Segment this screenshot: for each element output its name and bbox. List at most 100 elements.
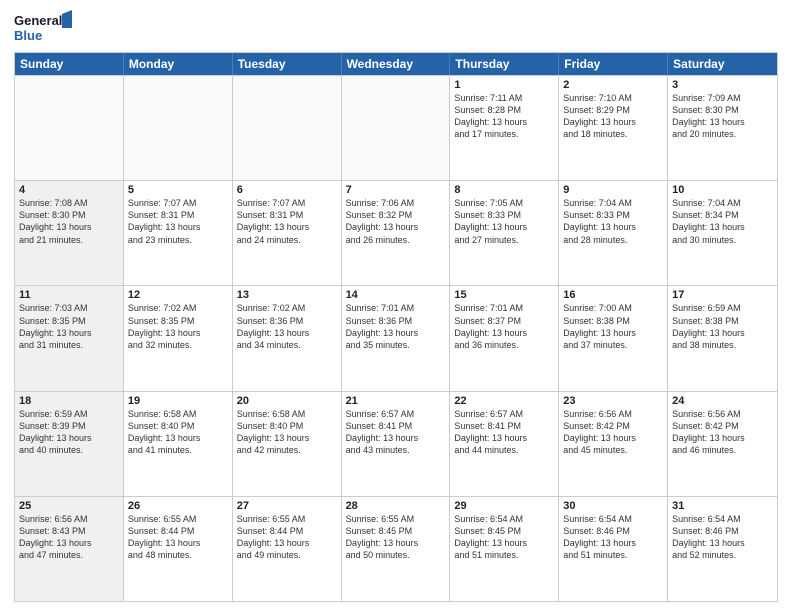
day-number: 31 xyxy=(672,500,773,512)
cell-info: Sunrise: 6:57 AM Sunset: 8:41 PM Dayligh… xyxy=(454,408,554,457)
day-number: 14 xyxy=(346,289,446,301)
cell-info: Sunrise: 7:01 AM Sunset: 8:36 PM Dayligh… xyxy=(346,302,446,351)
cal-row-3: 18Sunrise: 6:59 AM Sunset: 8:39 PM Dayli… xyxy=(15,391,777,496)
day-number: 7 xyxy=(346,184,446,196)
cell-info: Sunrise: 6:55 AM Sunset: 8:45 PM Dayligh… xyxy=(346,513,446,562)
logo: GeneralBlue xyxy=(14,10,74,46)
cal-cell-r3c1: 19Sunrise: 6:58 AM Sunset: 8:40 PM Dayli… xyxy=(124,392,233,496)
day-number: 23 xyxy=(563,395,663,407)
day-number: 19 xyxy=(128,395,228,407)
day-number: 22 xyxy=(454,395,554,407)
cell-info: Sunrise: 7:02 AM Sunset: 8:35 PM Dayligh… xyxy=(128,302,228,351)
day-number: 12 xyxy=(128,289,228,301)
cell-info: Sunrise: 7:11 AM Sunset: 8:28 PM Dayligh… xyxy=(454,92,554,141)
cal-cell-r0c6: 3Sunrise: 7:09 AM Sunset: 8:30 PM Daylig… xyxy=(668,76,777,180)
cell-info: Sunrise: 7:08 AM Sunset: 8:30 PM Dayligh… xyxy=(19,197,119,246)
cell-info: Sunrise: 7:09 AM Sunset: 8:30 PM Dayligh… xyxy=(672,92,773,141)
day-number: 20 xyxy=(237,395,337,407)
cell-info: Sunrise: 7:07 AM Sunset: 8:31 PM Dayligh… xyxy=(237,197,337,246)
cal-row-4: 25Sunrise: 6:56 AM Sunset: 8:43 PM Dayli… xyxy=(15,496,777,601)
cal-cell-r1c5: 9Sunrise: 7:04 AM Sunset: 8:33 PM Daylig… xyxy=(559,181,668,285)
svg-text:Blue: Blue xyxy=(14,28,42,43)
cal-row-1: 4Sunrise: 7:08 AM Sunset: 8:30 PM Daylig… xyxy=(15,180,777,285)
cell-info: Sunrise: 6:55 AM Sunset: 8:44 PM Dayligh… xyxy=(237,513,337,562)
cell-info: Sunrise: 6:57 AM Sunset: 8:41 PM Dayligh… xyxy=(346,408,446,457)
cell-info: Sunrise: 6:58 AM Sunset: 8:40 PM Dayligh… xyxy=(237,408,337,457)
cal-cell-r4c1: 26Sunrise: 6:55 AM Sunset: 8:44 PM Dayli… xyxy=(124,497,233,601)
day-number: 13 xyxy=(237,289,337,301)
calendar-body: 1Sunrise: 7:11 AM Sunset: 8:28 PM Daylig… xyxy=(15,75,777,601)
cal-cell-r4c0: 25Sunrise: 6:56 AM Sunset: 8:43 PM Dayli… xyxy=(15,497,124,601)
cal-cell-r2c6: 17Sunrise: 6:59 AM Sunset: 8:38 PM Dayli… xyxy=(668,286,777,390)
cal-cell-r1c4: 8Sunrise: 7:05 AM Sunset: 8:33 PM Daylig… xyxy=(450,181,559,285)
day-number: 11 xyxy=(19,289,119,301)
header: GeneralBlue xyxy=(14,10,778,46)
cal-header-friday: Friday xyxy=(559,53,668,75)
cal-cell-r3c4: 22Sunrise: 6:57 AM Sunset: 8:41 PM Dayli… xyxy=(450,392,559,496)
svg-text:General: General xyxy=(14,13,62,28)
cal-header-monday: Monday xyxy=(124,53,233,75)
day-number: 25 xyxy=(19,500,119,512)
cell-info: Sunrise: 7:07 AM Sunset: 8:31 PM Dayligh… xyxy=(128,197,228,246)
cal-cell-r2c4: 15Sunrise: 7:01 AM Sunset: 8:37 PM Dayli… xyxy=(450,286,559,390)
cal-cell-r3c6: 24Sunrise: 6:56 AM Sunset: 8:42 PM Dayli… xyxy=(668,392,777,496)
cal-header-tuesday: Tuesday xyxy=(233,53,342,75)
day-number: 6 xyxy=(237,184,337,196)
day-number: 16 xyxy=(563,289,663,301)
cal-cell-r2c0: 11Sunrise: 7:03 AM Sunset: 8:35 PM Dayli… xyxy=(15,286,124,390)
cal-cell-r2c3: 14Sunrise: 7:01 AM Sunset: 8:36 PM Dayli… xyxy=(342,286,451,390)
day-number: 17 xyxy=(672,289,773,301)
day-number: 8 xyxy=(454,184,554,196)
cal-row-0: 1Sunrise: 7:11 AM Sunset: 8:28 PM Daylig… xyxy=(15,75,777,180)
cal-cell-r2c5: 16Sunrise: 7:00 AM Sunset: 8:38 PM Dayli… xyxy=(559,286,668,390)
cal-cell-r4c4: 29Sunrise: 6:54 AM Sunset: 8:45 PM Dayli… xyxy=(450,497,559,601)
day-number: 24 xyxy=(672,395,773,407)
calendar: SundayMondayTuesdayWednesdayThursdayFrid… xyxy=(14,52,778,602)
cell-info: Sunrise: 7:10 AM Sunset: 8:29 PM Dayligh… xyxy=(563,92,663,141)
logo-svg: GeneralBlue xyxy=(14,10,74,46)
cell-info: Sunrise: 6:54 AM Sunset: 8:46 PM Dayligh… xyxy=(672,513,773,562)
cal-header-sunday: Sunday xyxy=(15,53,124,75)
cal-cell-r0c1 xyxy=(124,76,233,180)
cal-cell-r0c0 xyxy=(15,76,124,180)
day-number: 1 xyxy=(454,79,554,91)
cell-info: Sunrise: 6:54 AM Sunset: 8:45 PM Dayligh… xyxy=(454,513,554,562)
cell-info: Sunrise: 6:56 AM Sunset: 8:42 PM Dayligh… xyxy=(563,408,663,457)
cell-info: Sunrise: 6:56 AM Sunset: 8:42 PM Dayligh… xyxy=(672,408,773,457)
cal-cell-r1c2: 6Sunrise: 7:07 AM Sunset: 8:31 PM Daylig… xyxy=(233,181,342,285)
cal-row-2: 11Sunrise: 7:03 AM Sunset: 8:35 PM Dayli… xyxy=(15,285,777,390)
cell-info: Sunrise: 7:04 AM Sunset: 8:34 PM Dayligh… xyxy=(672,197,773,246)
day-number: 21 xyxy=(346,395,446,407)
cell-info: Sunrise: 7:02 AM Sunset: 8:36 PM Dayligh… xyxy=(237,302,337,351)
cal-cell-r2c2: 13Sunrise: 7:02 AM Sunset: 8:36 PM Dayli… xyxy=(233,286,342,390)
cal-cell-r0c3 xyxy=(342,76,451,180)
cell-info: Sunrise: 7:00 AM Sunset: 8:38 PM Dayligh… xyxy=(563,302,663,351)
day-number: 10 xyxy=(672,184,773,196)
cal-cell-r3c2: 20Sunrise: 6:58 AM Sunset: 8:40 PM Dayli… xyxy=(233,392,342,496)
day-number: 27 xyxy=(237,500,337,512)
cell-info: Sunrise: 6:58 AM Sunset: 8:40 PM Dayligh… xyxy=(128,408,228,457)
day-number: 29 xyxy=(454,500,554,512)
day-number: 4 xyxy=(19,184,119,196)
cal-cell-r0c5: 2Sunrise: 7:10 AM Sunset: 8:29 PM Daylig… xyxy=(559,76,668,180)
cell-info: Sunrise: 7:05 AM Sunset: 8:33 PM Dayligh… xyxy=(454,197,554,246)
cal-cell-r1c0: 4Sunrise: 7:08 AM Sunset: 8:30 PM Daylig… xyxy=(15,181,124,285)
cell-info: Sunrise: 6:55 AM Sunset: 8:44 PM Dayligh… xyxy=(128,513,228,562)
cal-header-thursday: Thursday xyxy=(450,53,559,75)
calendar-header-row: SundayMondayTuesdayWednesdayThursdayFrid… xyxy=(15,53,777,75)
day-number: 3 xyxy=(672,79,773,91)
cell-info: Sunrise: 7:04 AM Sunset: 8:33 PM Dayligh… xyxy=(563,197,663,246)
cal-cell-r0c2 xyxy=(233,76,342,180)
day-number: 9 xyxy=(563,184,663,196)
cal-cell-r3c3: 21Sunrise: 6:57 AM Sunset: 8:41 PM Dayli… xyxy=(342,392,451,496)
cal-cell-r1c1: 5Sunrise: 7:07 AM Sunset: 8:31 PM Daylig… xyxy=(124,181,233,285)
cal-cell-r4c3: 28Sunrise: 6:55 AM Sunset: 8:45 PM Dayli… xyxy=(342,497,451,601)
cal-cell-r0c4: 1Sunrise: 7:11 AM Sunset: 8:28 PM Daylig… xyxy=(450,76,559,180)
cal-header-wednesday: Wednesday xyxy=(342,53,451,75)
cell-info: Sunrise: 7:06 AM Sunset: 8:32 PM Dayligh… xyxy=(346,197,446,246)
day-number: 26 xyxy=(128,500,228,512)
cell-info: Sunrise: 6:59 AM Sunset: 8:38 PM Dayligh… xyxy=(672,302,773,351)
day-number: 2 xyxy=(563,79,663,91)
cal-header-saturday: Saturday xyxy=(668,53,777,75)
day-number: 30 xyxy=(563,500,663,512)
